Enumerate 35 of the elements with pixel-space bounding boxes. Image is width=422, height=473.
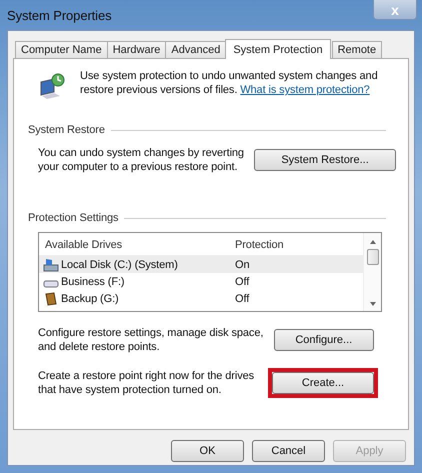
system-restore-button[interactable]: System Restore... (254, 149, 396, 171)
system-drive-icon (43, 258, 59, 272)
create-button[interactable]: Create... (272, 372, 374, 394)
tab[interactable]: Advanced (165, 41, 226, 58)
configure-button[interactable]: Configure... (274, 329, 374, 351)
protection-status: Off (234, 292, 250, 304)
restore-description: You can undo system changes by reverting your computer to a previous restore point. (38, 146, 245, 174)
scroll-thumb[interactable] (366, 249, 378, 265)
drive-row[interactable]: Backup (G:) Off (39, 290, 363, 307)
drive-name: Local Disk (C:) (System) (61, 258, 178, 270)
tab[interactable]: System Protection (225, 39, 331, 59)
drive-row[interactable]: Business (F:) Off (39, 273, 363, 290)
dialog-button[interactable]: Cancel (252, 440, 325, 462)
drive-name: Business (F:) (61, 276, 124, 288)
backup-drive-icon (43, 292, 59, 306)
tab[interactable]: Remote (332, 41, 382, 58)
dialog-button[interactable]: OK (171, 440, 244, 462)
configure-description: Configure restore settings, manage disk space, and delete restore points. (38, 326, 264, 354)
column-header[interactable]: Protection (231, 238, 284, 250)
section-heading: Protection Settings (28, 212, 118, 224)
section-heading: System Restore (28, 124, 105, 136)
scroll-down-icon[interactable] (368, 301, 376, 307)
scrollbar[interactable] (363, 233, 381, 311)
window-title: System Properties (7, 8, 112, 22)
help-link[interactable]: What is system protection? (240, 84, 370, 96)
create-description: Create a restore point right now for the drives that have system protection turned on. (38, 369, 256, 397)
drive-row[interactable]: Local Disk (C:) (System) On (39, 256, 363, 273)
scroll-up-icon[interactable] (368, 239, 376, 245)
protection-status: On (234, 258, 250, 270)
column-header[interactable]: Available Drives (39, 238, 231, 250)
protection-status: Off (234, 276, 250, 288)
tab[interactable]: Computer Name (15, 41, 108, 58)
intro-text: Use system protection to undo unwanted system changes and restore previous versions of files. What is system protection? (80, 69, 379, 97)
drive-name: Backup (G:) (61, 292, 119, 304)
tab[interactable]: Hardware (106, 41, 166, 58)
